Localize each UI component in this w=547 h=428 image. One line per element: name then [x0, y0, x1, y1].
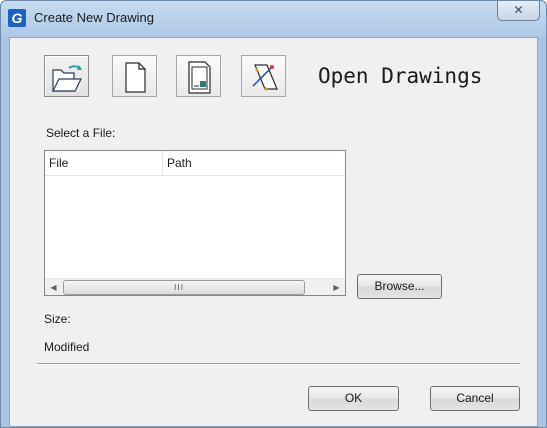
template-icon — [188, 61, 211, 94]
column-header-file[interactable]: File — [45, 151, 163, 176]
separator — [37, 363, 520, 365]
select-file-label: Select a File: — [46, 126, 116, 140]
blank-page-icon — [125, 62, 146, 93]
browse-button[interactable]: Browse... — [357, 274, 442, 299]
scroll-left-arrow-icon[interactable]: ◀ — [45, 279, 62, 296]
scroll-grip: III — [174, 283, 185, 292]
dialog-title: Create New Drawing — [34, 10, 154, 25]
file-list[interactable]: File Path ◀ III ▶ — [44, 150, 346, 296]
open-folder-icon — [52, 65, 82, 92]
mode-title: Open Drawings — [318, 64, 483, 88]
scroll-thumb[interactable]: III — [63, 280, 305, 295]
close-button[interactable]: ✕ — [497, 1, 540, 21]
horizontal-scrollbar[interactable]: ◀ III ▶ — [45, 278, 345, 295]
use-template-button[interactable] — [176, 55, 221, 97]
size-label: Size: — [44, 312, 71, 326]
ok-button[interactable]: OK — [308, 386, 399, 411]
app-logo-icon: G — [8, 9, 26, 27]
wizard-icon — [252, 64, 278, 91]
dialog-body: Open Drawings Select a File: File Path ◀… — [9, 37, 538, 427]
use-wizard-button[interactable] — [241, 55, 286, 97]
title-bar[interactable]: G Create New Drawing ✕ — [1, 1, 546, 37]
list-header: File Path — [45, 151, 345, 176]
dialog-window: G Create New Drawing ✕ Open Drawings Sel… — [0, 0, 547, 428]
scroll-right-arrow-icon[interactable]: ▶ — [328, 279, 345, 296]
column-header-path[interactable]: Path — [163, 151, 345, 176]
modified-label: Modified — [44, 340, 90, 354]
open-drawings-button[interactable] — [44, 55, 89, 97]
cancel-button[interactable]: Cancel — [430, 386, 520, 411]
start-from-scratch-button[interactable] — [112, 55, 157, 97]
